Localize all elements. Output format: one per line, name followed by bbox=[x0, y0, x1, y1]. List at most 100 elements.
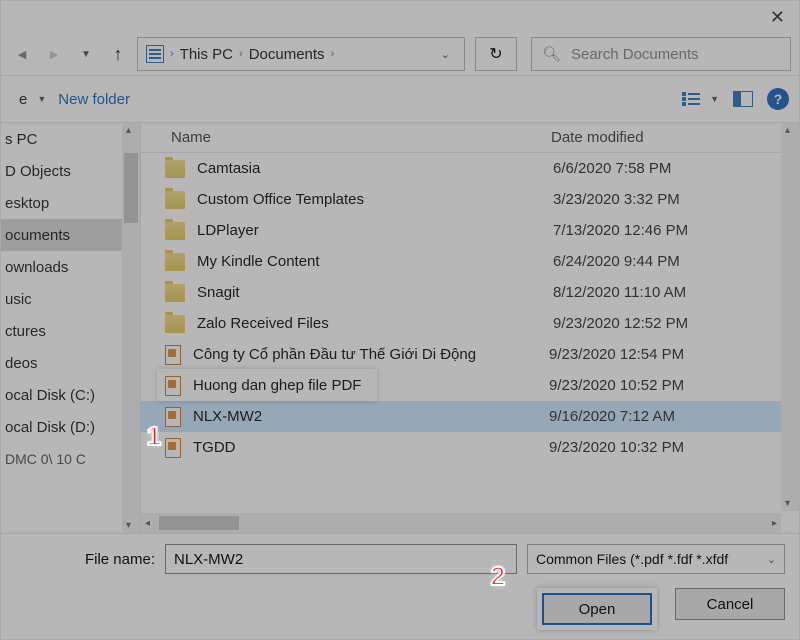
file-date: 9/23/2020 12:54 PM bbox=[539, 346, 781, 363]
cancel-button[interactable]: Cancel bbox=[675, 588, 785, 620]
file-name: Camtasia bbox=[197, 160, 543, 177]
file-date: 9/23/2020 10:52 PM bbox=[539, 377, 781, 394]
file-name: TGDD bbox=[193, 439, 539, 456]
address-bar[interactable]: › This PC › Documents › ⌄ bbox=[137, 37, 465, 71]
file-date: 9/23/2020 12:52 PM bbox=[543, 315, 781, 332]
filename-input[interactable] bbox=[165, 544, 517, 574]
file-list: Camtasia6/6/2020 7:58 PMCustom Office Te… bbox=[141, 153, 781, 511]
column-name[interactable]: Name bbox=[141, 129, 541, 146]
filename-label: File name: bbox=[15, 551, 155, 568]
sidebar-item[interactable]: ocal Disk (D:) bbox=[1, 411, 140, 443]
file-row[interactable]: Zalo Received Files9/23/2020 12:52 PM bbox=[141, 308, 781, 339]
open-button-highlight: Open bbox=[537, 588, 657, 630]
file-date: 8/12/2020 11:10 AM bbox=[543, 284, 781, 301]
scrollbar-thumb[interactable] bbox=[124, 153, 138, 223]
view-options[interactable]: ▼ bbox=[682, 92, 719, 106]
chevron-right-icon: › bbox=[331, 48, 335, 60]
sidebar-item[interactable]: s PC bbox=[1, 123, 140, 155]
file-name: Huong dan ghep file PDF bbox=[193, 377, 539, 394]
search-input[interactable]: 🔍︎ Search Documents bbox=[531, 37, 791, 71]
file-date: 9/23/2020 10:32 PM bbox=[539, 439, 781, 456]
organize-menu[interactable]: e bbox=[11, 91, 35, 108]
forward-button[interactable]: ► bbox=[41, 41, 67, 67]
folder-icon bbox=[165, 253, 185, 271]
column-header: Name Date modified bbox=[141, 123, 799, 153]
sidebar: s PCD Objectsesktopocumentsownloadsusicc… bbox=[1, 123, 141, 533]
search-icon: 🔍︎ bbox=[542, 45, 561, 63]
chevron-down-icon: ▼ bbox=[710, 94, 719, 104]
file-row[interactable]: Huong dan ghep file PDF9/23/2020 10:52 P… bbox=[141, 370, 781, 401]
file-scrollbar-v[interactable] bbox=[781, 123, 799, 511]
folder-icon bbox=[165, 160, 185, 178]
folder-icon bbox=[165, 315, 185, 333]
pdf-file-icon bbox=[165, 376, 181, 396]
pdf-file-icon bbox=[165, 438, 181, 458]
file-name: Zalo Received Files bbox=[197, 315, 543, 332]
file-row[interactable]: NLX-MW29/16/2020 7:12 AM bbox=[141, 401, 781, 432]
file-date: 7/13/2020 12:46 PM bbox=[543, 222, 781, 239]
file-name: Custom Office Templates bbox=[197, 191, 543, 208]
file-date: 6/24/2020 9:44 PM bbox=[543, 253, 781, 270]
breadcrumb-root[interactable]: This PC bbox=[180, 46, 233, 63]
new-folder-button[interactable]: New folder bbox=[46, 91, 142, 108]
scrollbar-thumb[interactable] bbox=[159, 516, 239, 530]
file-name: NLX-MW2 bbox=[193, 408, 539, 425]
file-date: 6/6/2020 7:58 PM bbox=[543, 160, 781, 177]
sidebar-item[interactable]: ocal Disk (C:) bbox=[1, 379, 140, 411]
sidebar-item[interactable]: usic bbox=[1, 283, 140, 315]
nav-row: ◄ ► ▼ ↑ › This PC › Documents › ⌄ ↻ 🔍︎ S… bbox=[1, 33, 799, 75]
filetype-dropdown[interactable]: Common Files (*.pdf *.fdf *.xfdf ⌄ bbox=[527, 544, 785, 574]
file-pane: Name Date modified Camtasia6/6/2020 7:58… bbox=[141, 123, 799, 533]
sidebar-item[interactable]: D Objects bbox=[1, 155, 140, 187]
toolbar: e ▼ New folder ▼ ? bbox=[1, 75, 799, 123]
sidebar-item[interactable]: esktop bbox=[1, 187, 140, 219]
file-row[interactable]: Công ty Cổ phần Đầu tư Thế Giới Di Động9… bbox=[141, 339, 781, 370]
file-open-dialog: ✕ ◄ ► ▼ ↑ › This PC › Documents › ⌄ ↻ 🔍︎… bbox=[0, 0, 800, 640]
file-date: 9/16/2020 7:12 AM bbox=[539, 408, 781, 425]
pdf-file-icon bbox=[165, 345, 181, 365]
titlebar: ✕ bbox=[1, 1, 799, 33]
sidebar-item[interactable]: ocuments bbox=[1, 219, 140, 251]
chevron-down-icon: ▼ bbox=[37, 94, 46, 104]
location-icon bbox=[146, 45, 164, 63]
close-icon[interactable]: ✕ bbox=[770, 7, 785, 28]
chevron-down-icon: ⌄ bbox=[767, 553, 776, 566]
file-name: My Kindle Content bbox=[197, 253, 543, 270]
file-row[interactable]: Camtasia6/6/2020 7:58 PM bbox=[141, 153, 781, 184]
filename-row: File name: Common Files (*.pdf *.fdf *.x… bbox=[15, 544, 785, 574]
address-dropdown[interactable]: ⌄ bbox=[435, 48, 456, 61]
file-row[interactable]: TGDD9/23/2020 10:32 PM bbox=[141, 432, 781, 463]
dialog-footer: File name: Common Files (*.pdf *.fdf *.x… bbox=[1, 533, 799, 640]
file-row[interactable]: My Kindle Content6/24/2020 9:44 PM bbox=[141, 246, 781, 277]
back-button[interactable]: ◄ bbox=[9, 41, 35, 67]
file-date: 3/23/2020 3:32 PM bbox=[543, 191, 781, 208]
preview-pane-button[interactable] bbox=[733, 91, 753, 107]
breadcrumb-folder[interactable]: Documents bbox=[249, 46, 325, 63]
column-date[interactable]: Date modified bbox=[541, 129, 799, 146]
sidebar-item[interactable]: ownloads bbox=[1, 251, 140, 283]
chevron-right-icon: › bbox=[239, 48, 243, 60]
file-row[interactable]: Custom Office Templates3/23/2020 3:32 PM bbox=[141, 184, 781, 215]
folder-icon bbox=[165, 284, 185, 302]
pdf-file-icon bbox=[165, 407, 181, 427]
folder-icon bbox=[165, 222, 185, 240]
sidebar-item[interactable]: ctures bbox=[1, 315, 140, 347]
up-button[interactable]: ↑ bbox=[105, 41, 131, 67]
sidebar-item-trailing[interactable]: DMC 0\ 10 C bbox=[1, 443, 140, 475]
folder-icon bbox=[165, 191, 185, 209]
help-button[interactable]: ? bbox=[767, 88, 789, 110]
sidebar-item[interactable]: deos bbox=[1, 347, 140, 379]
dialog-body: s PCD Objectsesktopocumentsownloadsusicc… bbox=[1, 123, 799, 533]
file-row[interactable]: LDPlayer7/13/2020 12:46 PM bbox=[141, 215, 781, 246]
file-scrollbar-h[interactable] bbox=[141, 513, 781, 533]
sidebar-scrollbar[interactable] bbox=[122, 123, 140, 533]
refresh-button[interactable]: ↻ bbox=[475, 37, 517, 71]
file-name: Snagit bbox=[197, 284, 543, 301]
file-name: Công ty Cổ phần Đầu tư Thế Giới Di Động bbox=[193, 346, 539, 363]
open-button[interactable]: Open bbox=[542, 593, 652, 625]
chevron-right-icon: › bbox=[170, 48, 174, 60]
filetype-label: Common Files (*.pdf *.fdf *.xfdf bbox=[536, 551, 728, 567]
recent-locations[interactable]: ▼ bbox=[73, 41, 99, 67]
list-view-icon bbox=[682, 92, 700, 106]
file-row[interactable]: Snagit8/12/2020 11:10 AM bbox=[141, 277, 781, 308]
